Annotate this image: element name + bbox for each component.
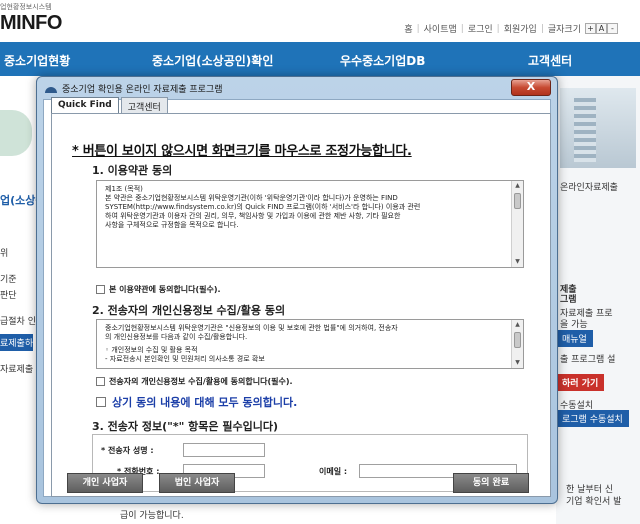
zoom-in-button[interactable]: + — [585, 23, 596, 34]
agree-complete-button[interactable]: 동의 완료 — [453, 473, 529, 493]
sender-email-label: 이메일 : — [319, 467, 348, 476]
site-logo-subtitle: 업현황정보시스템 — [0, 3, 52, 11]
bg-left-text: 기준 — [0, 275, 17, 285]
nav-item-customer-center[interactable]: 고객센터 — [528, 52, 572, 69]
zoom-reset-button[interactable]: A — [596, 23, 607, 34]
privacy-scrollbar[interactable]: ▲ ▼ — [511, 320, 523, 368]
privacy-line: - 자료전송시 본인확인 및 민원처리 의사소통 경로 확보 — [105, 355, 265, 363]
zoom-out-button[interactable]: - — [607, 23, 618, 34]
terms-line: 제1조 (목적) — [105, 185, 143, 193]
privacy-agree-checkbox[interactable] — [96, 377, 105, 386]
privacy-agree-label: 전송자의 개인신용정보 수집/활용에 동의합니다(필수). — [109, 377, 293, 386]
agree-all-label: 상기 동의 내용에 대해 모두 동의합니다. — [112, 396, 298, 409]
scroll-down-icon[interactable]: ▼ — [512, 257, 523, 267]
util-link-home[interactable]: 홈 — [404, 22, 412, 35]
window-titlebar[interactable]: 중소기업 확인용 온라인 자료제출 프로그램 — [45, 82, 223, 95]
privacy-agree-row[interactable]: 전송자의 개인신용정보 수집/활용에 동의합니다(필수). — [96, 376, 293, 387]
sender-name-input[interactable] — [183, 443, 265, 457]
bg-right-text: 그램 — [560, 295, 577, 305]
terms-scrollbar[interactable]: ▲ ▼ — [511, 181, 523, 267]
privacy-line: 의 개인신용정보를 다음과 같이 수집/활용합니다. — [105, 333, 248, 341]
bg-right-text: 기업 확인서 발 — [566, 497, 622, 507]
nav-item-company-status[interactable]: 중소기업현황 — [4, 52, 70, 69]
bg-right-text: 온라인자료제출 — [560, 183, 618, 193]
agree-all-row[interactable]: 상기 동의 내용에 대해 모두 동의합니다. — [96, 394, 297, 410]
agree-all-checkbox[interactable] — [96, 397, 106, 407]
terms-agree-row[interactable]: 본 이용약관에 동의합니다(필수). — [96, 284, 221, 295]
tab-customer-center[interactable]: 고객센터 — [120, 97, 168, 113]
bg-manual-install-button[interactable]: 로그램 수동설치 — [556, 410, 629, 427]
site-logo[interactable]: MINFO — [0, 12, 62, 35]
bg-manual-button[interactable]: 매뉴얼 — [556, 330, 593, 347]
section-sender-title: 3. 전송자 정보("*" 항목은 필수입니다) — [92, 420, 278, 433]
font-zoom-controls: + A - — [585, 23, 618, 34]
individual-business-button[interactable]: 개인 사업자 — [67, 473, 143, 493]
tab-quick-find[interactable]: Quick Find — [51, 97, 119, 114]
bg-left-active: 료제출하 — [0, 334, 34, 351]
util-font-size-label: 글자크기 — [547, 25, 581, 35]
nav-item-excellent-db[interactable]: 우수중소기업DB — [340, 52, 425, 69]
bg-left-text: 위 — [0, 249, 9, 259]
terms-line: 하여 위탁운영기관과 이용자 간의 권리, 의무, 책임사항 및 가입과 이용에… — [105, 212, 401, 220]
terms-line: 본 약관은 중소기업현황정보시스템 위탁운영기관(이하 '위탁운영기관'이라 합… — [105, 194, 398, 202]
util-link-sitemap[interactable]: 사이트맵 — [424, 22, 457, 35]
app-icon — [45, 84, 57, 94]
bg-left-text: 자료제출 — [0, 365, 34, 375]
bg-left-text: 급절차 인 — [0, 317, 36, 327]
section-privacy-title: 2. 전송자의 개인신용정보 수집/활용 동의 — [92, 304, 286, 317]
nav-item-company-confirm[interactable]: 중소기업(소상공인)확인 — [152, 52, 273, 69]
corporate-business-button[interactable]: 법인 사업자 — [159, 473, 235, 493]
site-main-nav: 중소기업현황 중소기업(소상공인)확인 우수중소기업DB 고객센터 — [0, 42, 640, 76]
util-link-signup[interactable]: 회원가입 — [504, 22, 537, 35]
site-header: 업현황정보시스템 MINFO 홈 | 사이트맵 | 로그인 | 회원가입 | 글자크기 … — [0, 0, 640, 42]
bg-go-button[interactable]: 하러 가기 — [556, 374, 605, 391]
upload-program-window[interactable]: 중소기업 확인용 온라인 자료제출 프로그램 X Quick Find 고객센터… — [36, 76, 558, 504]
terms-agree-label: 본 이용약관에 동의합니다(필수). — [109, 285, 221, 294]
sender-name-label: * 전송자 성명 : — [101, 446, 154, 455]
scroll-up-icon[interactable]: ▲ — [512, 320, 523, 330]
bg-right-text: 을 가능 — [560, 320, 588, 330]
section-terms-title: 1. 이용약관 동의 — [92, 164, 173, 177]
bg-building-image — [560, 88, 636, 168]
bg-right-text: 출 프로그램 설 — [560, 355, 616, 365]
scroll-down-icon[interactable]: ▼ — [512, 358, 523, 368]
terms-line: SYSTEM(http://www.findsystem.co.kr)의 Qui… — [105, 203, 421, 211]
window-close-button[interactable]: X — [511, 79, 551, 96]
terms-agree-checkbox[interactable] — [96, 285, 105, 294]
resize-notice: * 버튼이 보이지 않으시면 화면크기를 마우스로 조정가능합니다. — [72, 144, 412, 159]
scroll-thumb[interactable] — [514, 332, 521, 348]
window-title: 중소기업 확인용 온라인 자료제출 프로그램 — [62, 85, 223, 95]
privacy-textbox[interactable]: 중소기업현황정보시스템 위탁운영기관은 "신용정보의 이용 및 보호에 관한 법… — [96, 319, 524, 369]
privacy-line: 중소기업현황정보시스템 위탁운영기관은 "신용정보의 이용 및 보호에 관한 법… — [105, 324, 398, 332]
utility-links: 홈 | 사이트맵 | 로그인 | 회원가입 | 글자크기 + A - — [404, 22, 618, 35]
terms-textbox[interactable]: 제1조 (목적) 본 약관은 중소기업현황정보시스템 위탁운영기관(이하 '위탁… — [96, 180, 524, 268]
tab-panel: * 버튼이 보이지 않으시면 화면크기를 마우스로 조정가능합니다. 1. 이용… — [51, 113, 551, 497]
scroll-up-icon[interactable]: ▲ — [512, 181, 523, 191]
scroll-thumb[interactable] — [514, 193, 521, 209]
close-icon: X — [526, 80, 536, 93]
util-link-login[interactable]: 로그인 — [468, 22, 493, 35]
privacy-line: ◦ 개인정보의 수집 및 활용 목적 — [105, 346, 198, 354]
bg-left-text: 판단 — [0, 291, 17, 301]
bg-bottom-text: 급이 가능합니다. — [120, 511, 184, 521]
tab-bar: Quick Find 고객센터 — [51, 97, 170, 114]
terms-line: 사항을 구체적으로 규정함을 목적으로 합니다. — [105, 221, 239, 229]
